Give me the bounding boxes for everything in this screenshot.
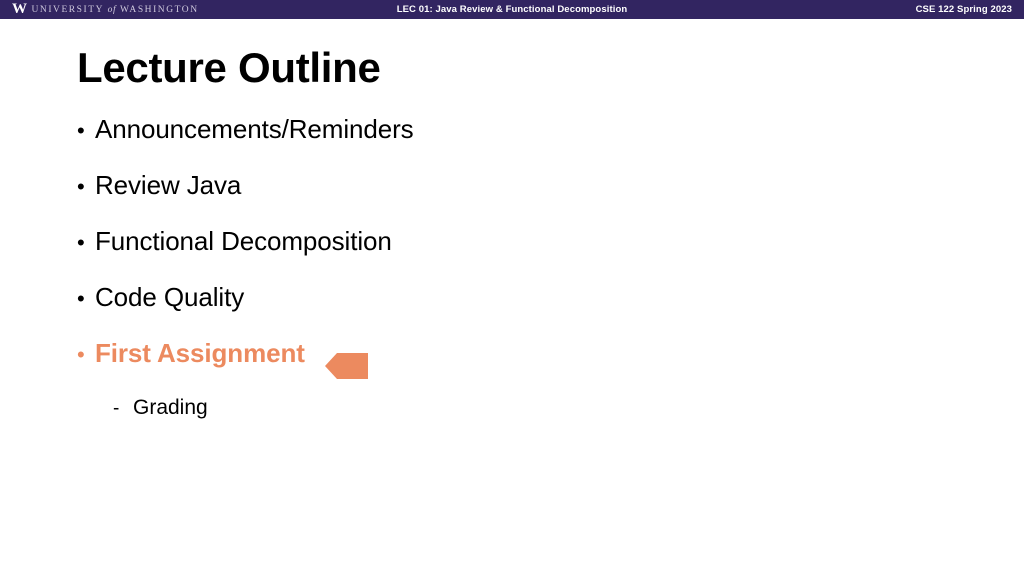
course-term: CSE 122 Spring 2023 <box>915 4 1012 15</box>
list-item-label: Code Quality <box>95 282 245 312</box>
bullet-icon: • <box>77 342 85 367</box>
uw-wordmark-of: of <box>107 4 117 15</box>
bullet-icon: • <box>77 118 85 143</box>
list-item-highlighted: • First Assignment <box>77 338 937 394</box>
list-item: • Review Java <box>77 170 937 226</box>
list-item-label: Review Java <box>95 170 242 200</box>
list-item-label: First Assignment <box>95 338 305 368</box>
dash-icon: - <box>113 398 120 419</box>
page-title: Lecture Outline <box>77 44 381 91</box>
uw-logo: W UNIVERSITY of WASHINGTON <box>12 0 199 19</box>
top-banner: W UNIVERSITY of WASHINGTON LEC 01: Java … <box>0 0 1024 19</box>
list-item: • Functional Decomposition <box>77 226 937 282</box>
list-item: • Code Quality <box>77 282 937 338</box>
bullet-icon: • <box>77 286 85 311</box>
lecture-title: LEC 01: Java Review & Functional Decompo… <box>396 4 628 15</box>
list-item-label: Functional Decomposition <box>95 226 392 256</box>
bullet-icon: • <box>77 174 85 199</box>
course-term-container: CSE 122 Spring 2023 <box>916 0 1012 19</box>
uw-wordmark-washington: WASHINGTON <box>119 4 199 15</box>
list-item-label: Announcements/Reminders <box>95 114 414 144</box>
sub-list-item-label: Grading <box>133 396 208 419</box>
left-arrow-icon <box>324 353 368 379</box>
list-item: • Announcements/Reminders <box>77 114 937 170</box>
outline-list: • Announcements/Reminders • Review Java … <box>77 114 937 420</box>
bullet-icon: • <box>77 230 85 255</box>
uw-wordmark-university: UNIVERSITY <box>31 4 104 15</box>
uw-wordmark: UNIVERSITY of WASHINGTON <box>32 5 199 15</box>
sub-list-item: - Grading <box>113 396 937 420</box>
slide-body: Lecture Outline • Announcements/Reminder… <box>0 19 1024 576</box>
uw-w-logo-icon: W <box>12 1 27 17</box>
